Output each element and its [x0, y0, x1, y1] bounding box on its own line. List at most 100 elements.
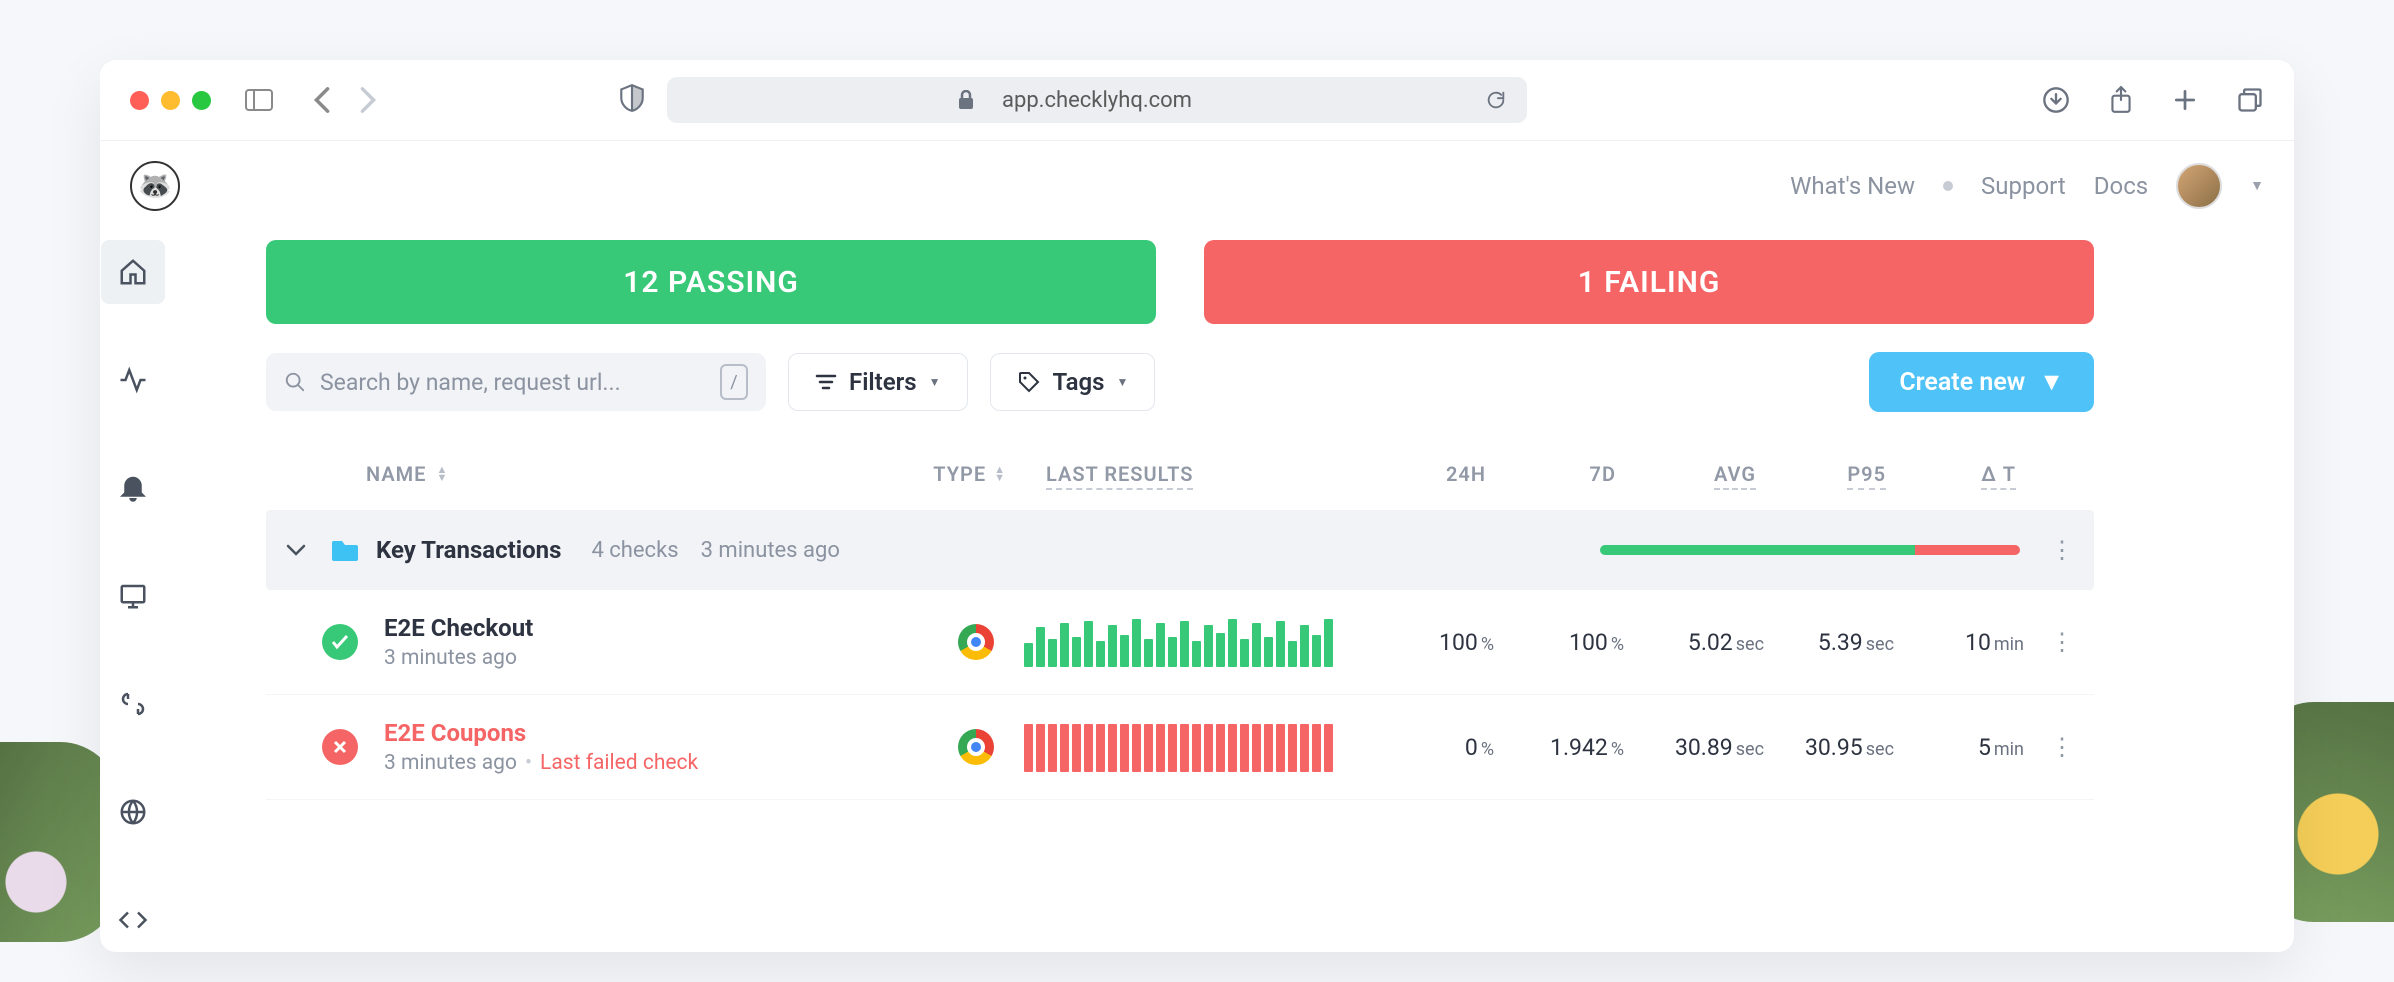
spark-bar — [1120, 635, 1129, 667]
spark-bar — [1288, 641, 1297, 667]
metric-24h: 0% — [1364, 734, 1494, 761]
nav-activity[interactable] — [101, 348, 165, 412]
spark-bar — [1324, 619, 1333, 667]
activity-icon — [118, 365, 148, 395]
user-menu-caret-icon[interactable]: ▼ — [2250, 177, 2264, 194]
col-dt[interactable]: Δ T — [1981, 462, 2016, 490]
check-name: E2E Checkout — [384, 614, 904, 642]
nav-settings[interactable] — [101, 672, 165, 736]
check-row[interactable]: E2E Checkout3 minutes ago100%100%5.02sec… — [266, 590, 2094, 695]
spark-bar — [1240, 724, 1249, 772]
spark-bar — [1072, 724, 1081, 772]
bar-segment-pass — [1600, 545, 1915, 555]
window-close-button[interactable] — [130, 91, 149, 110]
col-name[interactable]: NAME — [366, 462, 426, 486]
spark-bar — [1252, 724, 1261, 772]
spark-bar — [1024, 724, 1033, 772]
row-more-button[interactable]: ⋮ — [2024, 628, 2074, 656]
left-nav-rail — [100, 230, 166, 952]
spark-bar — [1096, 641, 1105, 667]
nav-back-icon[interactable] — [313, 86, 331, 114]
col-last-results[interactable]: LAST RESULTS — [1046, 462, 1193, 490]
browser-toolbar: app.checklyhq.com — [100, 60, 2294, 140]
spark-bar — [1072, 637, 1081, 667]
spark-bar — [1300, 625, 1309, 667]
spark-bar — [1300, 724, 1309, 772]
check-info: E2E Coupons3 minutes ago•Last failed che… — [384, 719, 904, 775]
checkly-logo[interactable]: 🦝 — [130, 161, 180, 211]
group-row[interactable]: Key Transactions 4 checks 3 minutes ago … — [266, 510, 2094, 590]
group-more-button[interactable]: ⋮ — [2050, 536, 2074, 564]
nav-forward-icon[interactable] — [359, 86, 377, 114]
last-failed-link[interactable]: Last failed check — [540, 751, 698, 775]
col-24h[interactable]: 24H — [1446, 462, 1486, 486]
traffic-lights — [130, 91, 211, 110]
address-bar[interactable]: app.checklyhq.com — [667, 77, 1527, 123]
spark-bar — [1228, 724, 1237, 772]
check-info: E2E Checkout3 minutes ago — [384, 614, 904, 670]
browser-type — [904, 729, 1024, 765]
tabs-icon[interactable] — [2236, 86, 2264, 114]
spark-bar — [1084, 621, 1093, 667]
spark-bar — [1276, 621, 1285, 667]
browser-window: app.checklyhq.com 🦝 What's New Support D… — [100, 60, 2294, 952]
check-row[interactable]: E2E Coupons3 minutes ago•Last failed che… — [266, 695, 2094, 800]
group-name: Key Transactions — [376, 536, 561, 564]
status-ok-icon — [322, 624, 358, 660]
window-minimize-button[interactable] — [161, 91, 180, 110]
sort-icon[interactable]: ▲▼ — [994, 466, 1006, 482]
bell-icon — [118, 473, 148, 503]
chrome-icon — [958, 624, 994, 660]
sort-icon[interactable]: ▲▼ — [436, 466, 448, 482]
user-avatar[interactable] — [2176, 163, 2222, 209]
nav-alerts[interactable] — [101, 456, 165, 520]
results-sparkline — [1024, 617, 1364, 667]
spark-bar — [1312, 635, 1321, 667]
monitor-icon — [118, 581, 148, 611]
filters-button[interactable]: Filters ▼ — [788, 353, 968, 411]
code-icon — [118, 905, 148, 935]
window-zoom-button[interactable] — [192, 91, 211, 110]
tags-button[interactable]: Tags ▼ — [990, 353, 1156, 411]
passing-label: PASSING — [668, 265, 799, 300]
url-host: app.checklyhq.com — [1002, 88, 1192, 113]
spark-bar — [1060, 724, 1069, 772]
spark-bar — [1156, 623, 1165, 667]
failing-banner[interactable]: 1 FAILING — [1204, 240, 2094, 324]
col-avg[interactable]: AVG — [1714, 462, 1756, 490]
chevron-down-icon[interactable] — [286, 543, 306, 557]
group-checks-count: 4 checks — [591, 538, 678, 563]
tag-icon — [1017, 370, 1041, 394]
nav-whats-new[interactable]: What's New — [1790, 172, 1915, 200]
sidebar-toggle-icon[interactable] — [245, 89, 273, 111]
share-icon[interactable] — [2108, 85, 2134, 115]
col-type[interactable]: TYPE — [933, 462, 986, 486]
spark-bar — [1108, 724, 1117, 772]
status-dot-icon — [1943, 181, 1953, 191]
create-new-button[interactable]: Create new ▼ — [1869, 352, 2094, 412]
search-input[interactable]: Search by name, request url... / — [266, 353, 766, 411]
metric-dt: 5min — [1894, 734, 2024, 761]
nav-code[interactable] — [101, 888, 165, 952]
spark-bar — [1144, 639, 1153, 667]
row-more-button[interactable]: ⋮ — [2024, 733, 2074, 761]
spark-bar — [1168, 637, 1177, 667]
passing-banner[interactable]: 12 PASSING — [266, 240, 1156, 324]
col-7d[interactable]: 7D — [1590, 462, 1616, 486]
check-name: E2E Coupons — [384, 719, 904, 747]
nav-support[interactable]: Support — [1981, 172, 2066, 200]
spark-bar — [1036, 627, 1045, 667]
spark-bar — [1060, 623, 1069, 667]
nav-docs[interactable]: Docs — [2094, 172, 2148, 200]
nav-global[interactable] — [101, 780, 165, 844]
new-tab-icon[interactable] — [2172, 87, 2198, 113]
refresh-icon[interactable] — [1485, 89, 1507, 111]
spark-bar — [1264, 637, 1273, 667]
spark-bar — [1192, 724, 1201, 772]
nav-home[interactable] — [101, 240, 165, 304]
downloads-icon[interactable] — [2042, 86, 2070, 114]
col-p95[interactable]: P95 — [1847, 462, 1886, 490]
spark-bar — [1180, 621, 1189, 667]
nav-dashboards[interactable] — [101, 564, 165, 628]
shield-icon[interactable] — [619, 83, 645, 113]
